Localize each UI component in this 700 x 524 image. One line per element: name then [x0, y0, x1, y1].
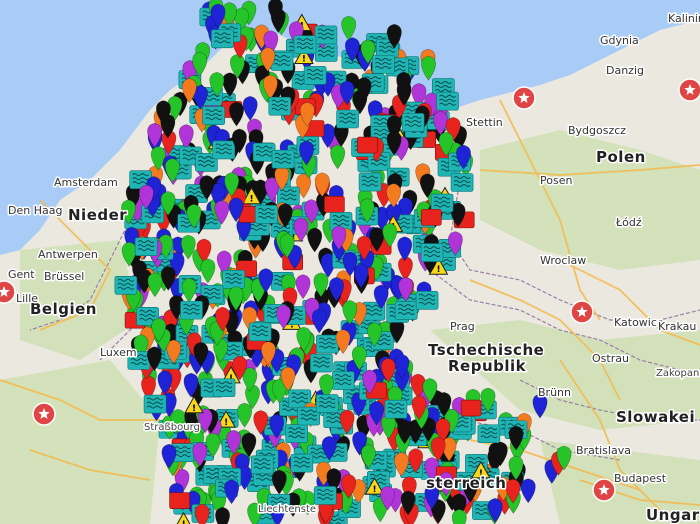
water-marker[interactable] — [314, 43, 338, 62]
water-marker[interactable] — [222, 270, 245, 289]
water-marker[interactable] — [202, 106, 225, 125]
label-luxem: Luxem — [100, 346, 137, 359]
water-marker[interactable] — [211, 29, 234, 49]
water-marker[interactable] — [336, 109, 359, 129]
alert-marker[interactable] — [420, 209, 442, 226]
water-marker[interactable] — [212, 140, 236, 160]
label-den-haag: Den Haag — [8, 204, 62, 217]
water-marker[interactable] — [316, 334, 339, 354]
label-amsterdam: Amsterdam — [54, 176, 118, 189]
water-marker[interactable] — [415, 291, 439, 310]
map-canvas[interactable]: !!!!!!!!!!!!!!!!!!!!! Polen Belgien Nied… — [0, 0, 700, 524]
warning-glyph-icon: ! — [302, 55, 306, 65]
label-bydgoszcz: Bydgoszcz — [568, 124, 626, 137]
water-marker[interactable] — [477, 424, 501, 444]
label-budapest: Budapest — [614, 472, 667, 485]
water-marker[interactable] — [180, 300, 203, 320]
label-stettin: Stettin — [466, 116, 503, 129]
map-pin-marker[interactable] — [215, 507, 230, 524]
water-marker[interactable] — [315, 394, 339, 413]
warning-glyph-icon: ! — [373, 485, 377, 495]
label-krakau: Krakau — [658, 320, 696, 333]
label-nieder: Nieder — [68, 206, 127, 224]
water-marker[interactable] — [134, 237, 158, 256]
label-lodz: Łódź — [615, 216, 642, 229]
map-pin-marker[interactable] — [451, 509, 467, 524]
water-marker[interactable] — [271, 149, 295, 169]
label-posen: Posen — [540, 174, 572, 187]
water-marker[interactable] — [143, 394, 167, 414]
label-polen: Polen — [596, 148, 646, 166]
water-marker[interactable] — [401, 113, 425, 132]
water-marker[interactable] — [303, 66, 327, 85]
water-marker[interactable] — [420, 243, 444, 262]
label-bruessel: Brüssel — [44, 270, 84, 283]
alert-marker[interactable] — [356, 136, 378, 154]
label-ungarn: Ungarn — [646, 506, 700, 524]
label-prag: Prag — [450, 320, 475, 333]
label-strassbourg: Straßbourg — [144, 422, 200, 433]
label-liechtenstein: Liechtenste — [258, 504, 316, 515]
label-zakopane: Zakopane — [656, 368, 700, 379]
warning-glyph-icon: ! — [224, 418, 228, 428]
alert-marker[interactable] — [169, 492, 190, 509]
label-kalining: Kalining — [668, 12, 700, 25]
water-marker[interactable] — [277, 186, 300, 206]
water-marker[interactable] — [436, 91, 459, 111]
label-katowice: Katowice — [614, 316, 664, 329]
label-gent: Gent — [8, 268, 35, 281]
water-marker[interactable] — [212, 378, 236, 398]
water-marker[interactable] — [314, 25, 338, 45]
label-ostrau: Ostrau — [592, 352, 629, 365]
label-antwerpen: Antwerpen — [38, 248, 98, 261]
water-marker[interactable] — [114, 276, 138, 295]
alert-marker[interactable] — [324, 196, 345, 213]
label-gdynia: Gdynia — [600, 34, 639, 47]
water-marker[interactable] — [268, 96, 292, 116]
label-slowakei: Slowakei — [616, 408, 695, 426]
label-belgien: Belgien — [30, 300, 97, 318]
water-marker[interactable] — [285, 424, 308, 444]
warning-glyph-icon: ! — [249, 195, 253, 205]
water-marker[interactable] — [313, 486, 337, 505]
water-marker[interactable] — [248, 322, 272, 342]
water-marker[interactable] — [255, 205, 278, 224]
water-marker[interactable] — [450, 173, 474, 192]
warning-glyph-icon: ! — [436, 265, 440, 275]
label-wroclaw: Wroclaw — [540, 254, 586, 267]
water-marker[interactable] — [290, 453, 314, 473]
warning-glyph-icon: ! — [182, 520, 186, 524]
water-marker[interactable] — [372, 55, 395, 74]
water-marker[interactable] — [310, 353, 333, 373]
label-oesterreich: sterreich — [426, 474, 506, 492]
warning-glyph-icon: ! — [192, 404, 196, 414]
label-danzig: Danzig — [606, 64, 644, 77]
water-marker[interactable] — [331, 371, 355, 390]
label-republik: Republik — [448, 357, 527, 375]
water-marker[interactable] — [358, 172, 382, 192]
water-marker[interactable] — [394, 301, 418, 320]
water-marker[interactable] — [250, 455, 274, 475]
water-marker[interactable] — [384, 399, 408, 419]
alert-marker[interactable] — [460, 399, 482, 417]
water-marker[interactable] — [293, 35, 317, 54]
label-lille: Lille — [16, 292, 38, 305]
label-bratislava: Bratislava — [576, 444, 631, 457]
label-bruenn: Brünn — [538, 386, 571, 399]
